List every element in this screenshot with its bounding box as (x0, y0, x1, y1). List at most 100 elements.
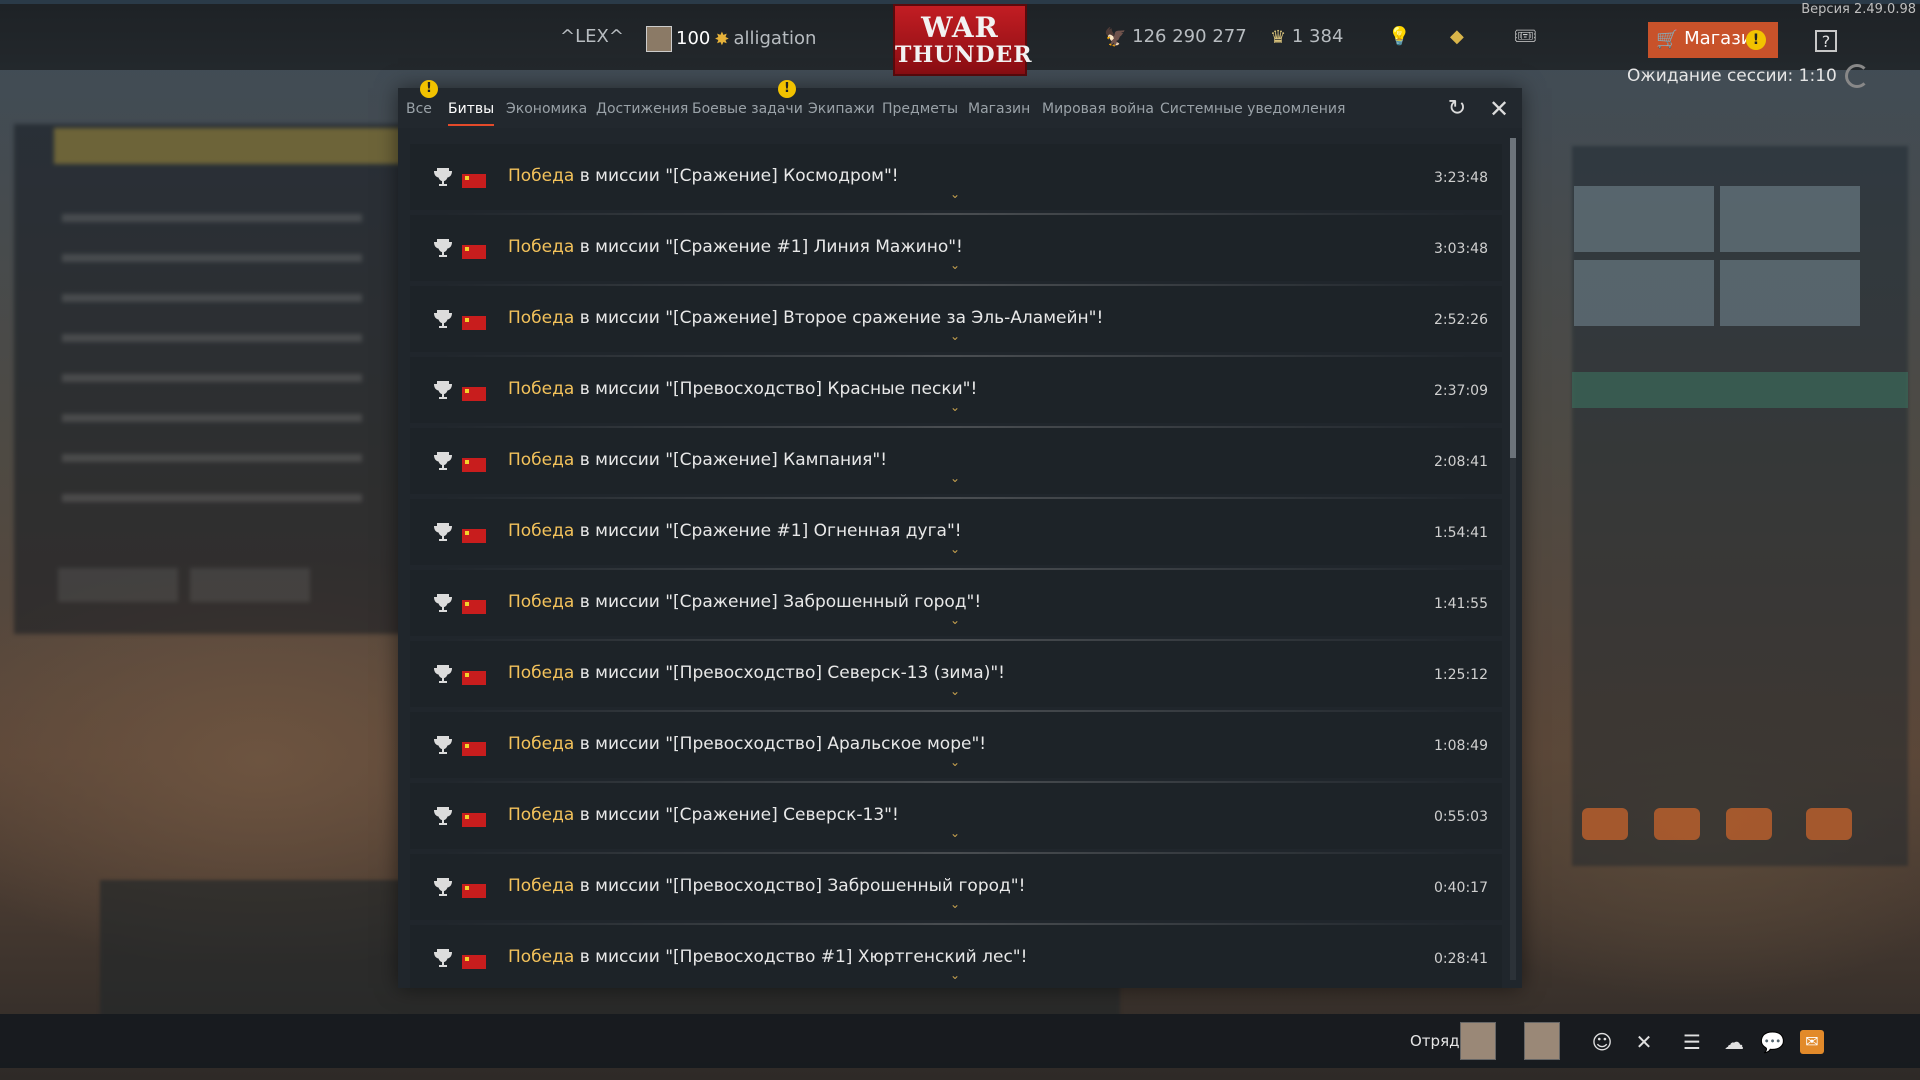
tab-achievements[interactable]: Достижения (596, 101, 688, 117)
notification-time: 3:03:48 (1434, 241, 1488, 257)
notification-row[interactable]: Победа в миссии "[Сражение] Второе сраже… (410, 286, 1502, 358)
help-button[interactable]: ? (1815, 30, 1837, 52)
profile[interactable]: 100 ✸ alligation (646, 26, 816, 52)
victory-label: Победа (508, 947, 575, 967)
chevron-down-icon[interactable]: ⌄ (950, 259, 964, 271)
chevron-down-icon[interactable]: ⌄ (950, 969, 964, 981)
ussr-flag-icon (462, 955, 486, 969)
notification-text: Победа в миссии "[Превосходство] Заброше… (508, 876, 1025, 896)
notification-text: Победа в миссии "[Сражение] Северск-13"! (508, 805, 899, 825)
notification-row[interactable]: Победа в миссии "[Превосходство #1] Хюрт… (410, 925, 1502, 988)
notification-time: 2:08:41 (1434, 454, 1488, 470)
notifications-window: Все ! Битвы Экономика Достижения Боевые … (398, 80, 1522, 988)
trophy-icon (432, 166, 454, 188)
notification-row[interactable]: Победа в миссии "[Сражение #1] Огненная … (410, 499, 1502, 571)
notification-text: Победа в миссии "[Сражение] Космодром"! (508, 166, 899, 186)
close-icon[interactable]: ✕ (1488, 97, 1510, 121)
tab-shop[interactable]: Магазин (968, 101, 1030, 117)
mission-text: в миссии "[Превосходство] Аральское море… (574, 734, 987, 754)
trophy-icon (432, 734, 454, 756)
mission-text: в миссии "[Превосходство] Северск-13 (зи… (574, 663, 1005, 683)
star-icon: ✸ (714, 28, 730, 50)
notification-row[interactable]: Победа в миссии "[Превосходство] Заброше… (410, 854, 1502, 926)
tab-world-war[interactable]: Мировая война (1042, 101, 1154, 117)
chevron-down-icon[interactable]: ⌄ (950, 756, 964, 768)
mission-text: в миссии "[Сражение #1] Огненная дуга"! (574, 521, 962, 541)
cart-icon: 🛒 (1656, 28, 1679, 50)
close-icon[interactable]: ✕ (1632, 1030, 1656, 1054)
mission-text: в миссии "[Превосходство] Заброшенный го… (574, 876, 1026, 896)
notification-row[interactable]: Победа в миссии "[Сражение #1] Линия Маж… (410, 215, 1502, 287)
squad-member-avatar[interactable] (1460, 1022, 1496, 1060)
notification-row[interactable]: Победа в миссии "[Превосходство] Аральск… (410, 712, 1502, 784)
bulb-icon[interactable]: 💡 (1388, 26, 1410, 47)
tab-economy[interactable]: Экономика (506, 101, 587, 117)
notification-time: 1:41:55 (1434, 596, 1488, 612)
chevron-down-icon[interactable]: ⌄ (950, 401, 964, 413)
chevron-down-icon[interactable]: ⌄ (950, 543, 964, 555)
scrollbar-thumb[interactable] (1510, 138, 1516, 458)
victory-label: Победа (508, 379, 575, 399)
trophy-icon (432, 663, 454, 685)
silver-lions[interactable]: 🦅 126 290 277 (1104, 26, 1247, 48)
mail-icon[interactable]: ✉ (1800, 1030, 1824, 1054)
tab-battles[interactable]: Битвы (448, 101, 495, 126)
username: alligation (733, 28, 817, 49)
session-status: Ожидание сессии: 1:10 (1627, 64, 1869, 88)
ussr-flag-icon (462, 884, 486, 898)
notification-time: 2:52:26 (1434, 312, 1488, 328)
notification-time: 2:37:09 (1434, 383, 1488, 399)
ussr-flag-icon (462, 529, 486, 543)
tab-items[interactable]: Предметы (882, 101, 958, 117)
notification-time: 0:40:17 (1434, 880, 1488, 896)
ussr-flag-icon (462, 458, 486, 472)
trophy-icon (432, 379, 454, 401)
notification-time: 0:28:41 (1434, 951, 1488, 967)
chevron-down-icon[interactable]: ⌄ (950, 188, 964, 200)
notification-text: Победа в миссии "[Сражение #1] Огненная … (508, 521, 962, 541)
tab-all[interactable]: Все (406, 101, 432, 117)
notification-text: Победа в миссии "[Превосходство] Северск… (508, 663, 1005, 683)
shop-button[interactable]: 🛒 Магазин ! (1648, 22, 1778, 58)
ussr-flag-icon (462, 671, 486, 685)
chevron-down-icon[interactable]: ⌄ (950, 330, 964, 342)
chevron-down-icon[interactable]: ⌄ (950, 898, 964, 910)
refresh-icon[interactable]: ↻ (1446, 98, 1468, 120)
chevron-down-icon[interactable]: ⌄ (950, 614, 964, 626)
tab-battle-tasks-alert-icon: ! (778, 80, 796, 98)
trophy-icon (432, 947, 454, 969)
tab-system[interactable]: Системные уведомления (1160, 101, 1345, 117)
notification-text: Победа в миссии "[Сражение #1] Линия Маж… (508, 237, 963, 257)
contacts-icon[interactable]: ☁ (1722, 1030, 1746, 1054)
victory-label: Победа (508, 592, 575, 612)
notification-row[interactable]: Победа в миссии "[Превосходство] Северск… (410, 641, 1502, 713)
trophy-icon (432, 592, 454, 614)
notification-row[interactable]: Победа в миссии "[Сражение] Космодром"! 3… (410, 144, 1502, 216)
chat-icon[interactable]: 💬 (1760, 1030, 1785, 1054)
chevron-down-icon[interactable]: ⌄ (950, 472, 964, 484)
message-list: Победа в миссии "[Сражение] Космодром"! 3… (410, 144, 1502, 988)
notification-row[interactable]: Победа в миссии "[Сражение] Северск-13"!… (410, 783, 1502, 855)
victory-label: Победа (508, 166, 575, 186)
coupon-icon[interactable]: 🎟 (1514, 26, 1537, 47)
mission-text: в миссии "[Сражение #1] Линия Мажино"! (574, 237, 963, 257)
squad-invite-icon[interactable]: ☺ (1590, 1030, 1614, 1054)
notification-time: 1:54:41 (1434, 525, 1488, 541)
trophy-icon (432, 876, 454, 898)
notification-row[interactable]: Победа в миссии "[Сражение] Заброшенный … (410, 570, 1502, 642)
victory-label: Победа (508, 521, 575, 541)
notification-row[interactable]: Победа в миссии "[Превосходство] Красные… (410, 357, 1502, 429)
list-icon[interactable]: ☰ (1680, 1030, 1704, 1054)
chevron-down-icon[interactable]: ⌄ (950, 827, 964, 839)
chevron-down-icon[interactable]: ⌄ (950, 685, 964, 697)
tab-battle-tasks[interactable]: Боевые задачи (692, 101, 803, 117)
tab-bar: Все ! Битвы Экономика Достижения Боевые … (398, 80, 1522, 128)
golden-eagles-icon[interactable]: ◆ (1450, 26, 1464, 47)
ussr-flag-icon (462, 174, 486, 188)
research-points[interactable]: ♛ 1 384 (1270, 26, 1343, 48)
scrollbar[interactable] (1510, 138, 1516, 980)
squad-member-avatar[interactable] (1524, 1022, 1560, 1060)
nickname[interactable]: ^LEX^ (560, 26, 624, 47)
tab-crews[interactable]: Экипажи (808, 101, 875, 117)
notification-row[interactable]: Победа в миссии "[Сражение] Кампания"! 2:… (410, 428, 1502, 500)
